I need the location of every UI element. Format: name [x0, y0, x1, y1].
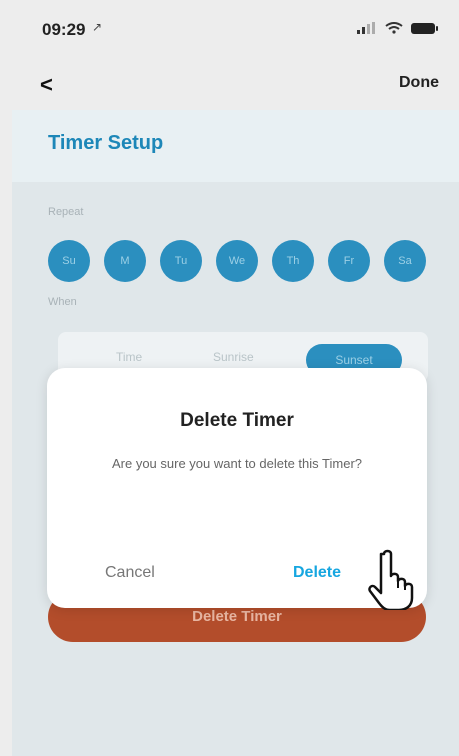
- cancel-button[interactable]: Cancel: [105, 564, 155, 582]
- when-label: When: [48, 296, 77, 308]
- day-sa[interactable]: Sa: [384, 240, 426, 282]
- title-band: Timer Setup: [12, 110, 459, 182]
- status-bar: 09:29 ↗: [0, 0, 459, 60]
- dialog-message: Are you sure you want to delete this Tim…: [111, 456, 362, 471]
- status-time: 09:29: [42, 20, 86, 39]
- day-m[interactable]: M: [104, 240, 146, 282]
- done-button[interactable]: Done: [399, 74, 439, 92]
- signal-icon: [357, 22, 377, 34]
- hand-pointer-icon: [368, 549, 414, 610]
- page-title: Timer Setup: [48, 132, 164, 154]
- status-icons: [357, 22, 438, 34]
- day-tu[interactable]: Tu: [160, 240, 202, 282]
- dialog-title: Delete Timer: [180, 410, 294, 431]
- battery-icon: [411, 22, 438, 34]
- location-icon: ↗: [92, 20, 103, 34]
- day-fr[interactable]: Fr: [328, 240, 370, 282]
- day-th[interactable]: Th: [272, 240, 314, 282]
- confirm-delete-button[interactable]: Delete: [293, 564, 341, 582]
- day-we[interactable]: We: [216, 240, 258, 282]
- back-button[interactable]: <: [40, 72, 53, 98]
- day-selector: Su M Tu We Th Fr Sa: [48, 240, 426, 282]
- repeat-label: Repeat: [48, 206, 84, 218]
- wifi-icon: [385, 22, 403, 34]
- nav-bar: < Done: [0, 62, 459, 106]
- day-su[interactable]: Su: [48, 240, 90, 282]
- timer-setup-screen: 09:29 ↗ < Done Timer Setup Repeat Su M T…: [0, 0, 459, 756]
